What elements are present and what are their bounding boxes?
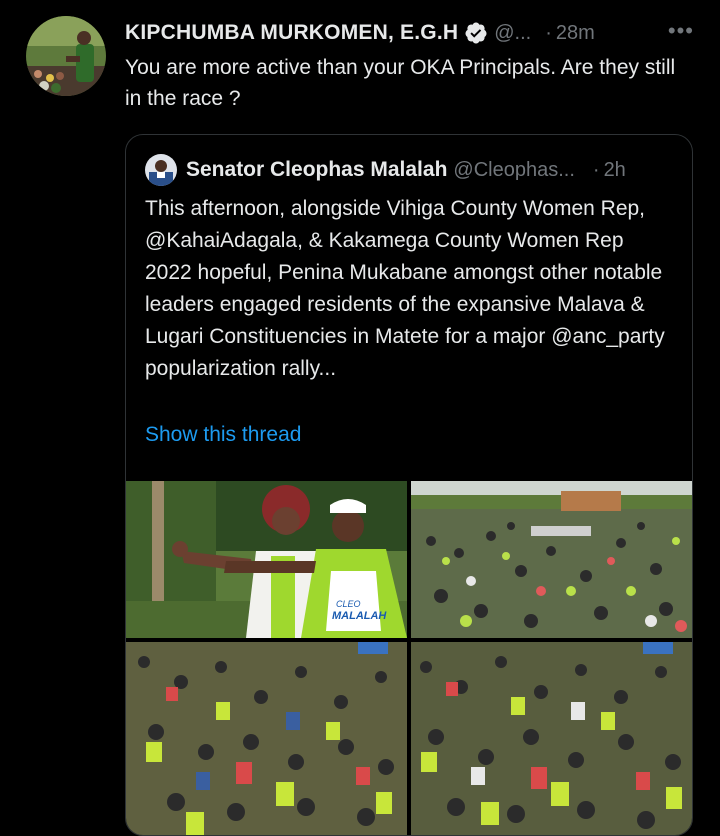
quoted-tweet-text: This afternoon, alongside Vihiga County …	[145, 197, 665, 380]
quoted-author-handle[interactable]: @Cleophas...	[453, 159, 574, 182]
tweet-header: KIPCHUMBA MURKOMEN, E.G.H @... · 28m •••	[125, 18, 700, 48]
author-name[interactable]: KIPCHUMBA MURKOMEN, E.G.H	[125, 21, 458, 45]
rally-photo-4[interactable]	[411, 642, 692, 835]
rally-photo-1[interactable]: CLEO MALALAH	[126, 481, 407, 638]
quoted-tweet[interactable]: Senator Cleophas Malalah @Cleophas... · …	[125, 134, 693, 836]
quoted-timestamp[interactable]: 2h	[604, 159, 626, 182]
quoted-tweet-header: Senator Cleophas Malalah @Cleophas... · …	[145, 154, 674, 186]
author-avatar[interactable]	[26, 16, 106, 96]
tweet-text: You are more active than your OKA Princi…	[125, 56, 676, 110]
tweet[interactable]: KIPCHUMBA MURKOMEN, E.G.H @... · 28m •••…	[0, 0, 720, 836]
rally-photo-3[interactable]	[126, 642, 407, 835]
author-handle[interactable]: @...	[494, 22, 531, 45]
quoted-author-avatar[interactable]	[145, 154, 177, 186]
shirt-text-line1: CLEO	[336, 599, 361, 609]
more-options-icon[interactable]: •••	[668, 18, 694, 44]
shirt-text-line2: MALALAH	[332, 610, 387, 622]
separator-dot: ·	[545, 21, 552, 44]
quoted-separator-dot: ·	[592, 158, 600, 181]
tweet-timestamp[interactable]: 28m	[556, 22, 595, 45]
show-thread-link[interactable]: Show this thread	[145, 423, 301, 447]
verified-badge-icon	[465, 22, 487, 44]
photo-grid: CLEO MALALAH	[126, 481, 692, 835]
rally-photo-2[interactable]	[411, 481, 692, 638]
quoted-author-name[interactable]: Senator Cleophas Malalah	[186, 158, 447, 182]
